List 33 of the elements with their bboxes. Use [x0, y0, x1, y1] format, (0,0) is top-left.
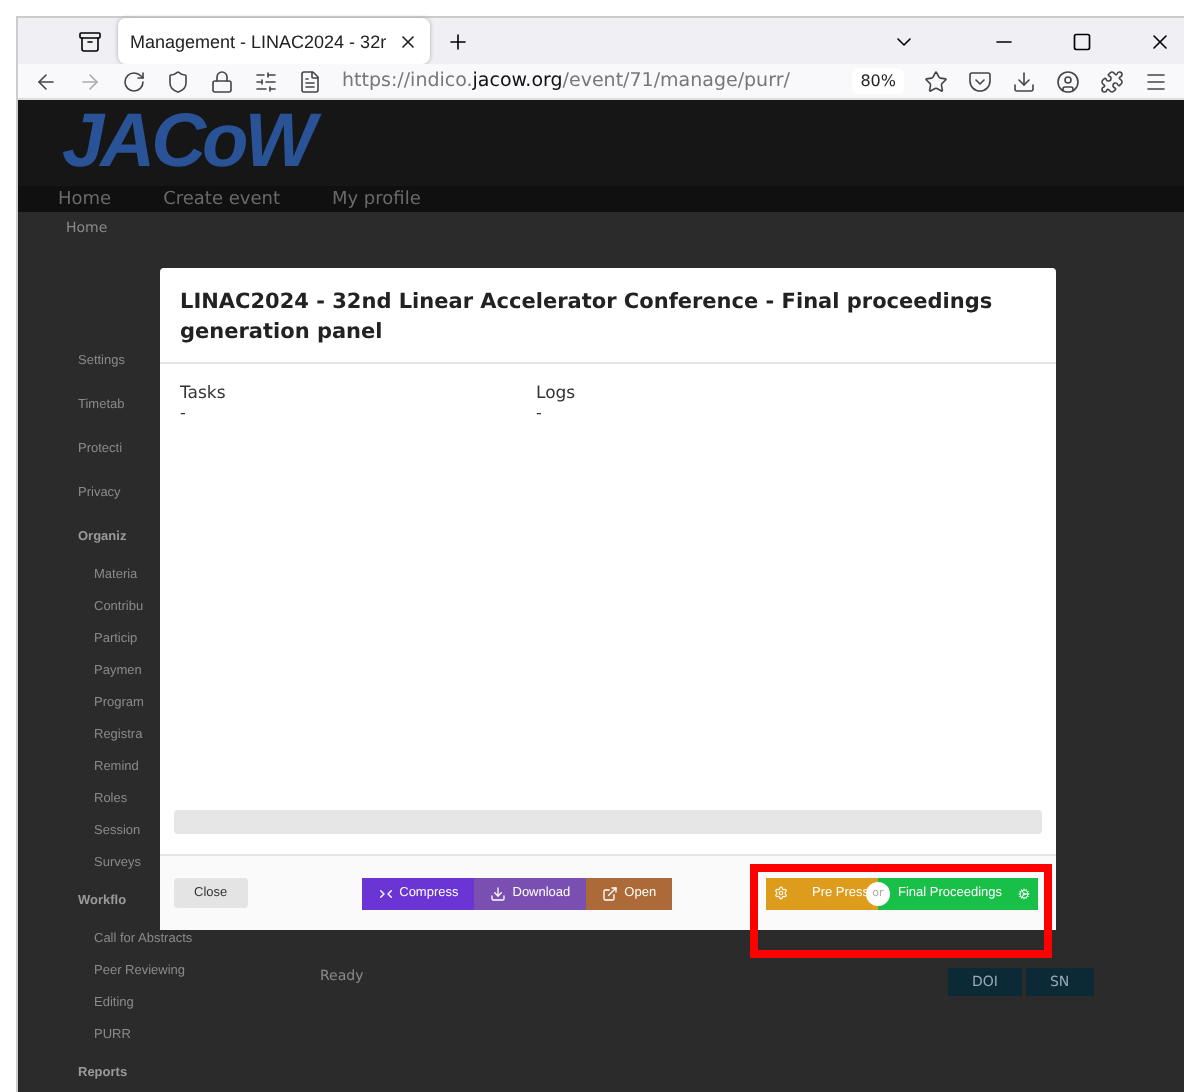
- permissions-icon[interactable]: [254, 69, 278, 94]
- extensions-icon[interactable]: [1100, 69, 1124, 94]
- tab-overview-icon[interactable]: [78, 29, 102, 53]
- account-icon[interactable]: [1056, 69, 1080, 94]
- tasks-value: -: [180, 404, 188, 422]
- menu-icon[interactable]: [1144, 69, 1168, 94]
- logs-label: Logs: [536, 384, 578, 404]
- logs-value: -: [536, 404, 544, 422]
- pocket-icon[interactable]: [968, 69, 992, 94]
- tasks-label: Tasks: [180, 384, 228, 404]
- url-field[interactable]: https://indico.jacow.org/event/71/manage/purr/: [342, 70, 833, 93]
- compress-arrows-icon: [377, 885, 394, 901]
- gear-icon: [774, 886, 788, 900]
- nav-link[interactable]: My profile: [331, 189, 421, 210]
- reload-icon[interactable]: [122, 69, 146, 94]
- nav-link[interactable]: Home: [58, 189, 112, 210]
- back-icon[interactable]: [34, 69, 58, 94]
- dialog-title: LINAC2024 - 32nd Linear Accelerator Conference - Final proceedings generation panel: [160, 268, 1056, 364]
- bookmark-star-icon[interactable]: [924, 69, 948, 94]
- external-link-icon: [602, 885, 619, 901]
- download-icon: [490, 885, 507, 901]
- close-icon[interactable]: [1148, 29, 1172, 53]
- download-icon[interactable]: [1012, 69, 1036, 94]
- maximize-icon[interactable]: [1072, 31, 1092, 51]
- nav-link[interactable]: Create event: [163, 189, 280, 210]
- lock-icon[interactable]: [210, 69, 234, 94]
- reader-icon[interactable]: [298, 69, 322, 94]
- browser-tab[interactable]: Management - LINAC2024 - 32r: [118, 18, 431, 64]
- close-tab-icon[interactable]: [398, 31, 419, 51]
- shield-icon[interactable]: [166, 69, 190, 94]
- zoom-level[interactable]: 80%: [852, 68, 904, 95]
- cog-icon: [1018, 885, 1030, 901]
- new-tab-icon[interactable]: [446, 29, 471, 53]
